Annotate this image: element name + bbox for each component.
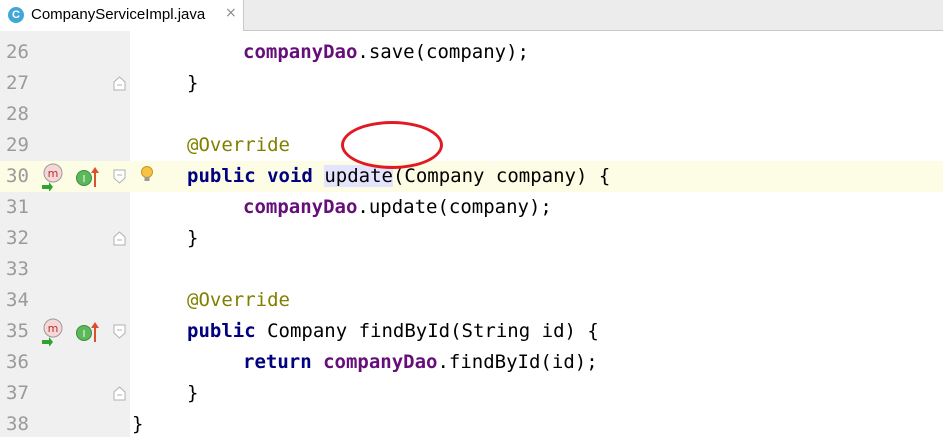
svg-text:m: m [48,167,59,180]
code-line: 34 @Override [0,285,943,316]
code-line: 28 [0,99,943,130]
class-icon: C [8,7,24,23]
code-text: } [187,227,199,249]
code-line: 26 companyDao.save(company); [0,37,943,68]
code-text: } [187,382,199,404]
code-line: 37 } [0,378,943,409]
line-number: 35 [6,320,29,342]
line-number: 30 [6,165,29,187]
line-number: 29 [6,134,29,156]
fold-start-icon[interactable] [113,324,126,339]
fold-end-icon[interactable] [113,76,126,91]
code-text: public Company findById(String id) { [187,320,599,342]
code-line: 31 companyDao.update(company); [0,192,943,223]
annotation: @Override [187,289,290,311]
line-number: 37 [6,382,29,404]
implements-method-icon[interactable]: I [75,165,101,189]
line-number: 26 [6,41,29,63]
annotation: @Override [187,134,290,156]
line-number: 38 [6,413,29,435]
line-number: 31 [6,196,29,218]
fold-end-icon[interactable] [113,231,126,246]
fold-end-icon[interactable] [113,386,126,401]
code-text: return companyDao.findById(id); [243,351,598,373]
code-line-current: 30 m I public void update(Company compan… [0,161,943,192]
code-line: 33 [0,254,943,285]
line-number: 28 [6,103,29,125]
code-text: companyDao.update(company); [243,196,552,218]
overrides-method-icon[interactable]: m [40,163,66,191]
code-text: companyDao.save(company); [243,41,529,63]
highlight-circle-annotation [341,121,443,169]
code-line: 35 m I public Company findById(String id… [0,316,943,347]
code-text: } [132,413,144,435]
tab-title: CompanyServiceImpl.java [31,6,206,23]
code-line: 38 } [0,409,943,440]
code-line: 32 } [0,223,943,254]
svg-text:I: I [83,174,86,185]
lightbulb-icon[interactable] [140,165,154,185]
code-line: 27 } [0,68,943,99]
svg-text:I: I [83,329,86,340]
close-icon[interactable]: × [225,5,237,21]
implements-method-icon[interactable]: I [75,320,101,344]
code-line: 36 return companyDao.findById(id); [0,347,943,378]
line-number: 27 [6,72,29,94]
line-number: 32 [6,227,29,249]
svg-text:m: m [48,322,59,335]
code-line: 29 @Override [0,130,943,161]
tab-companyserviceimpl[interactable]: C CompanyServiceImpl.java × [0,0,244,31]
editor-tab-bar: C CompanyServiceImpl.java × [0,0,943,31]
code-text: } [187,72,199,94]
fold-start-icon[interactable] [113,169,126,184]
line-number: 34 [6,289,29,311]
line-number: 33 [6,258,29,280]
overrides-method-icon[interactable]: m [40,318,66,346]
line-number: 36 [6,351,29,373]
code-editor[interactable]: 26 companyDao.save(company); 27 } 28 29 … [0,31,943,437]
